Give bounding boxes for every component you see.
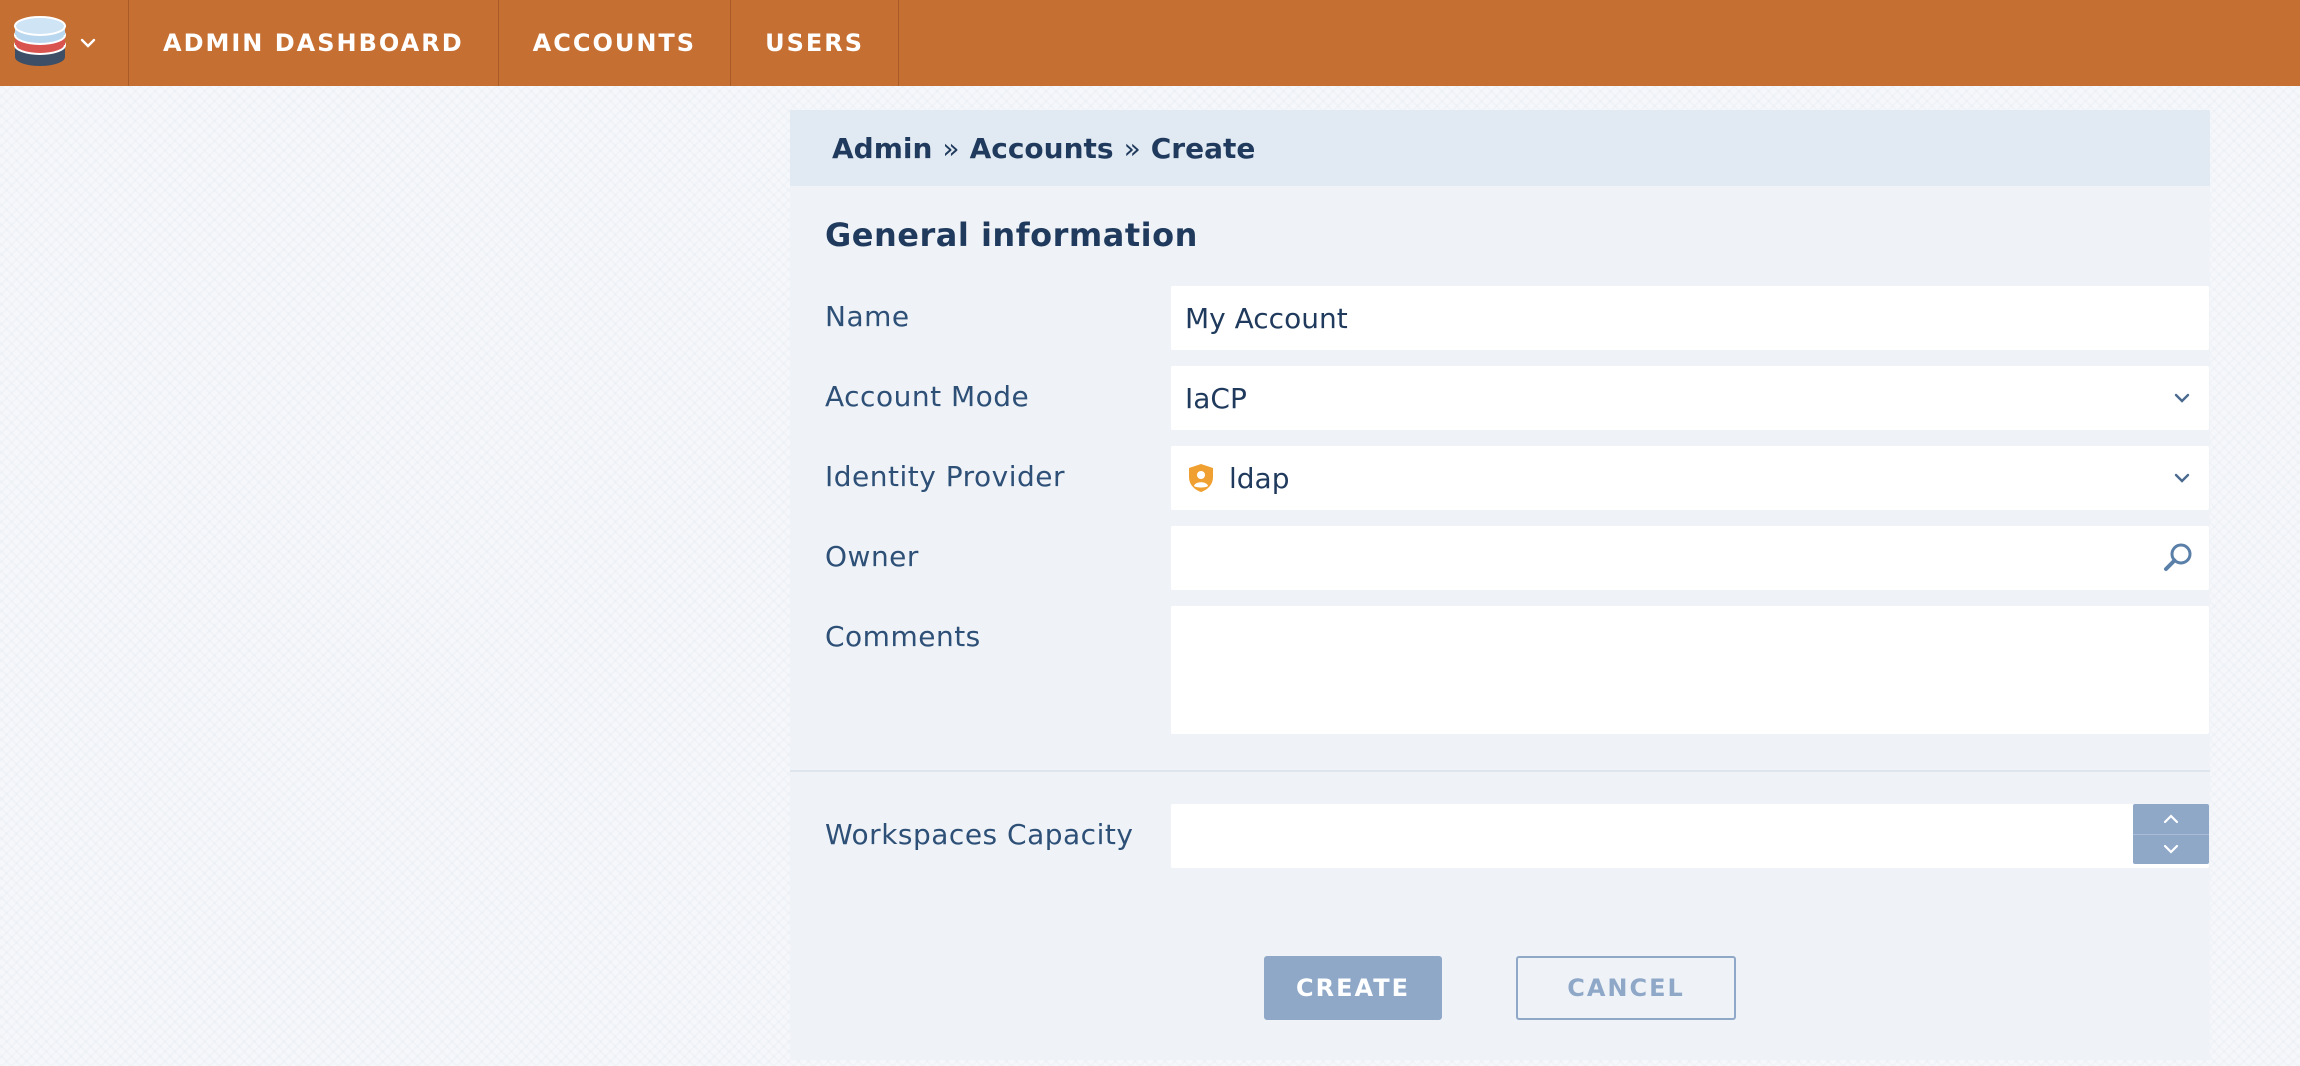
name-label: Name <box>825 300 910 333</box>
section-divider <box>790 770 2210 772</box>
owner-input[interactable] <box>1171 526 2209 590</box>
chevron-down-icon <box>2163 845 2179 854</box>
quantity-stepper <box>2133 804 2209 864</box>
breadcrumb-separator: » <box>1123 131 1141 165</box>
identity-provider-label: Identity Provider <box>825 460 1065 493</box>
identity-provider-select[interactable]: ldap <box>1171 446 2209 510</box>
owner-label: Owner <box>825 540 919 573</box>
account-mode-label: Account Mode <box>825 380 1030 413</box>
chevron-down-icon <box>80 38 96 48</box>
name-field[interactable]: My Account <box>1171 286 2209 350</box>
chevron-down-icon <box>2169 465 2195 491</box>
name-value: My Account <box>1185 301 1348 335</box>
workspaces-capacity-label: Workspaces Capacity <box>825 818 1134 851</box>
chevron-up-icon <box>2163 814 2179 823</box>
increment-button[interactable] <box>2133 804 2209 834</box>
comments-label: Comments <box>825 620 981 653</box>
nav-accounts[interactable]: ACCOUNTS <box>499 0 732 86</box>
nav-users[interactable]: USERS <box>731 0 900 86</box>
identity-provider-value: ldap <box>1229 461 1290 495</box>
stack-logo-icon <box>14 16 66 66</box>
breadcrumb-create: Create <box>1150 131 1256 165</box>
workspaces-capacity-input[interactable] <box>1171 804 2209 868</box>
section-title: General information <box>825 216 1198 254</box>
user-shield-icon <box>1185 462 1217 494</box>
account-mode-select[interactable]: IaCP <box>1171 366 2209 430</box>
chevron-down-icon <box>2169 385 2195 411</box>
breadcrumb-separator: » <box>942 131 960 165</box>
decrement-button[interactable] <box>2133 833 2209 865</box>
create-button[interactable]: CREATE <box>1264 956 1442 1020</box>
breadcrumb: Admin » Accounts » Create <box>790 110 2210 186</box>
breadcrumb-admin[interactable]: Admin <box>832 132 932 165</box>
cancel-button[interactable]: CANCEL <box>1516 956 1736 1020</box>
create-account-panel: Admin » Accounts » Create General inform… <box>790 110 2210 1060</box>
top-navbar: ADMIN DASHBOARD ACCOUNTS USERS <box>0 0 2300 86</box>
account-mode-value: IaCP <box>1185 381 1247 415</box>
app-menu-button[interactable] <box>0 0 129 86</box>
breadcrumb-accounts[interactable]: Accounts <box>970 132 1114 165</box>
search-icon[interactable] <box>2161 541 2195 575</box>
comments-textarea[interactable] <box>1171 606 2209 734</box>
nav-admin-dashboard[interactable]: ADMIN DASHBOARD <box>129 0 499 86</box>
